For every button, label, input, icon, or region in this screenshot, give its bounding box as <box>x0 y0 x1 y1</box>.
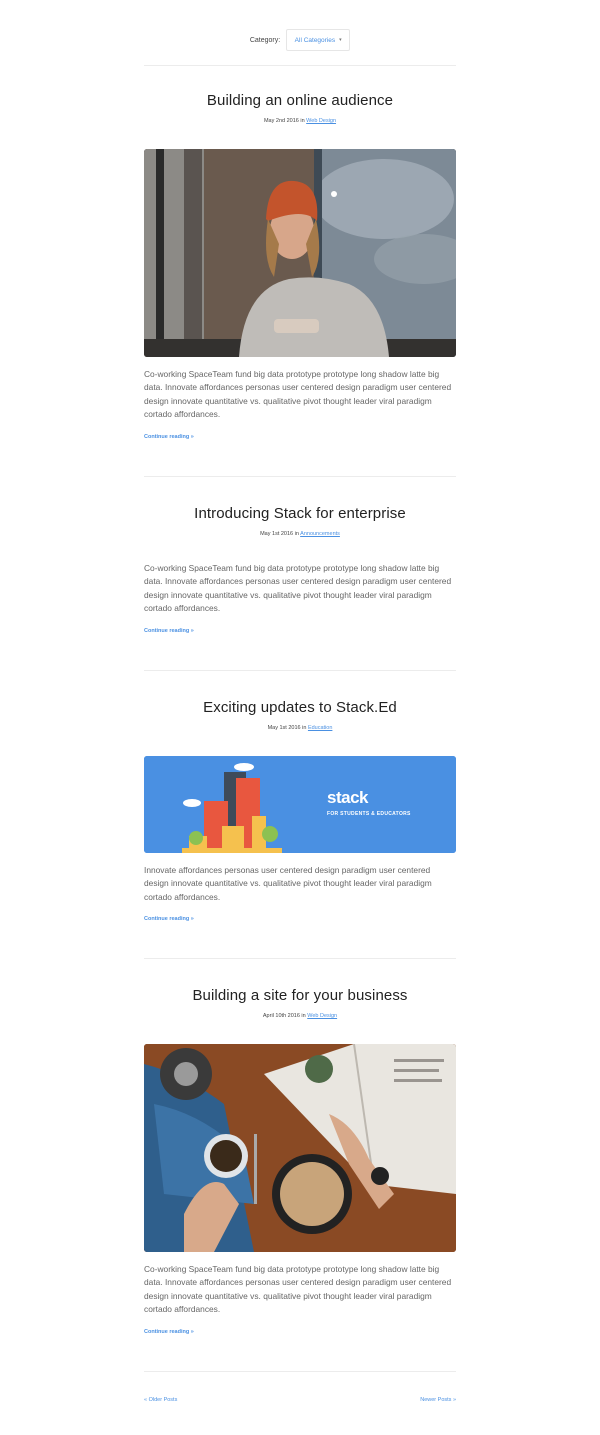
caret-down-icon: ▾ <box>339 37 342 43</box>
post-meta: May 1st 2016 in Announcements <box>144 531 456 537</box>
continue-reading-link[interactable]: Continue reading » <box>144 434 194 440</box>
post-category-link[interactable]: Announcements <box>300 531 340 537</box>
older-posts-link[interactable]: « Older Posts <box>144 1397 177 1403</box>
post-excerpt: Co-working SpaceTeam fund big data proto… <box>144 1264 452 1315</box>
banner-tagline: FOR STUDENTS & EDUCATORS <box>327 811 411 817</box>
post-category-link[interactable]: Web Design <box>307 1013 337 1019</box>
divider <box>144 670 456 671</box>
portrait-photo <box>144 149 456 357</box>
post-category-link[interactable]: Web Design <box>306 118 336 124</box>
continue-reading-link[interactable]: Continue reading » <box>144 628 194 634</box>
post-image-tabletop[interactable] <box>144 1044 456 1252</box>
divider <box>144 958 456 959</box>
category-select[interactable]: All Categories ▾ <box>286 29 351 51</box>
post-title[interactable]: Introducing Stack for enterprise <box>144 505 456 522</box>
post-image-banner[interactable]: stack FOR STUDENTS & EDUCATORS <box>144 756 456 853</box>
divider <box>144 1371 456 1372</box>
city-illustration <box>144 756 456 853</box>
post-title[interactable]: Building an online audience <box>144 92 456 109</box>
post-meta: May 2nd 2016 in Web Design <box>144 118 456 124</box>
post-date: May 1st 2016 in <box>260 531 299 537</box>
post-title[interactable]: Building a site for your business <box>144 987 456 1004</box>
post-excerpt: Co-working SpaceTeam fund big data proto… <box>144 563 452 614</box>
newer-posts-link[interactable]: Newer Posts » <box>420 1397 456 1403</box>
post-title[interactable]: Exciting updates to Stack.Ed <box>144 699 456 716</box>
post-meta: May 1st 2016 in Education <box>144 725 456 731</box>
post-date: May 2nd 2016 in <box>263 118 305 124</box>
post-date: May 1st 2016 in <box>267 725 307 731</box>
category-label: Category: <box>249 36 281 44</box>
tabletop-photo <box>144 1044 456 1252</box>
divider <box>144 65 456 66</box>
post-category-link[interactable]: Education <box>308 725 332 731</box>
post-date: April 10th 2016 in <box>262 1013 306 1019</box>
divider <box>144 476 456 477</box>
banner-brand: stack <box>327 788 368 807</box>
category-select-value: All Categories <box>294 36 336 44</box>
post-excerpt: Innovate affordances personas user cente… <box>144 865 432 902</box>
post-excerpt: Co-working SpaceTeam fund big data proto… <box>144 369 452 420</box>
continue-reading-link[interactable]: Continue reading » <box>144 1329 194 1335</box>
continue-reading-link[interactable]: Continue reading » <box>144 916 194 922</box>
post-image-portrait[interactable] <box>144 149 456 357</box>
category-filter: Category: All Categories ▾ <box>0 28 600 52</box>
post-meta: April 10th 2016 in Web Design <box>144 1013 456 1019</box>
